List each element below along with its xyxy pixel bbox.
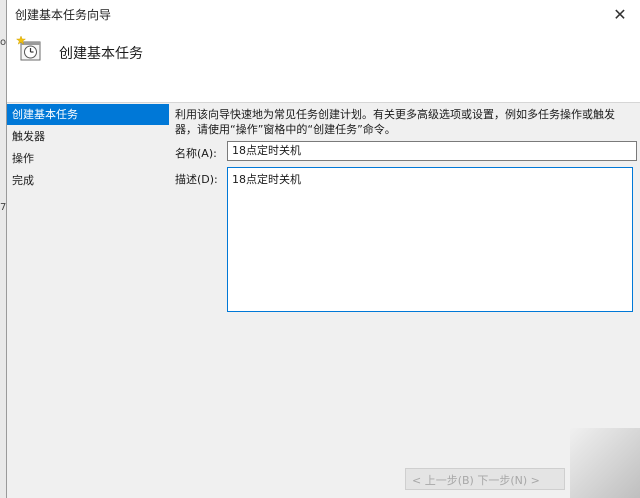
close-icon: ✕ bbox=[613, 4, 627, 24]
nav-item-finish[interactable]: 完成 bbox=[7, 170, 169, 191]
wizard-window: 创建基本任务向导 ✕ 创建基本任务 创建基本任务 触发器 操作 完成 利用该向导… bbox=[6, 0, 640, 498]
previous-button[interactable]: < 上一步(B) 下一步(N) > bbox=[405, 468, 565, 490]
nav-item-label: 完成 bbox=[12, 174, 34, 187]
task-description-textarea[interactable]: 18点定时关机 bbox=[227, 167, 633, 312]
title-bar[interactable]: 创建基本任务向导 ✕ bbox=[7, 0, 640, 28]
name-label: 名称(A): bbox=[175, 147, 217, 160]
wizard-header: 创建基本任务 bbox=[7, 28, 640, 102]
nav-item-trigger[interactable]: 触发器 bbox=[7, 126, 169, 147]
window-title: 创建基本任务向导 bbox=[15, 8, 112, 22]
nav-item-create-basic-task[interactable]: 创建基本任务 bbox=[7, 104, 169, 125]
header-divider bbox=[7, 102, 640, 103]
description-label: 描述(D): bbox=[175, 173, 218, 186]
nav-item-action[interactable]: 操作 bbox=[7, 148, 169, 169]
wizard-step-list: 创建基本任务 触发器 操作 完成 bbox=[7, 104, 169, 192]
nav-item-label: 触发器 bbox=[12, 130, 45, 143]
page-title: 创建基本任务 bbox=[59, 46, 143, 62]
task-name-input[interactable] bbox=[227, 141, 637, 161]
nav-item-label: 操作 bbox=[12, 152, 34, 165]
close-button[interactable]: ✕ bbox=[600, 0, 640, 28]
wizard-description: 利用该向导快速地为常见任务创建计划。有关更多高级选项或设置，例如多任务操作或触发… bbox=[175, 108, 615, 136]
nav-item-label: 创建基本任务 bbox=[12, 108, 78, 121]
wizard-content: 利用该向导快速地为常见任务创建计划。有关更多高级选项或设置，例如多任务操作或触发… bbox=[175, 107, 635, 137]
corner-shadow bbox=[570, 428, 640, 498]
task-scheduler-clock-icon bbox=[16, 36, 41, 61]
